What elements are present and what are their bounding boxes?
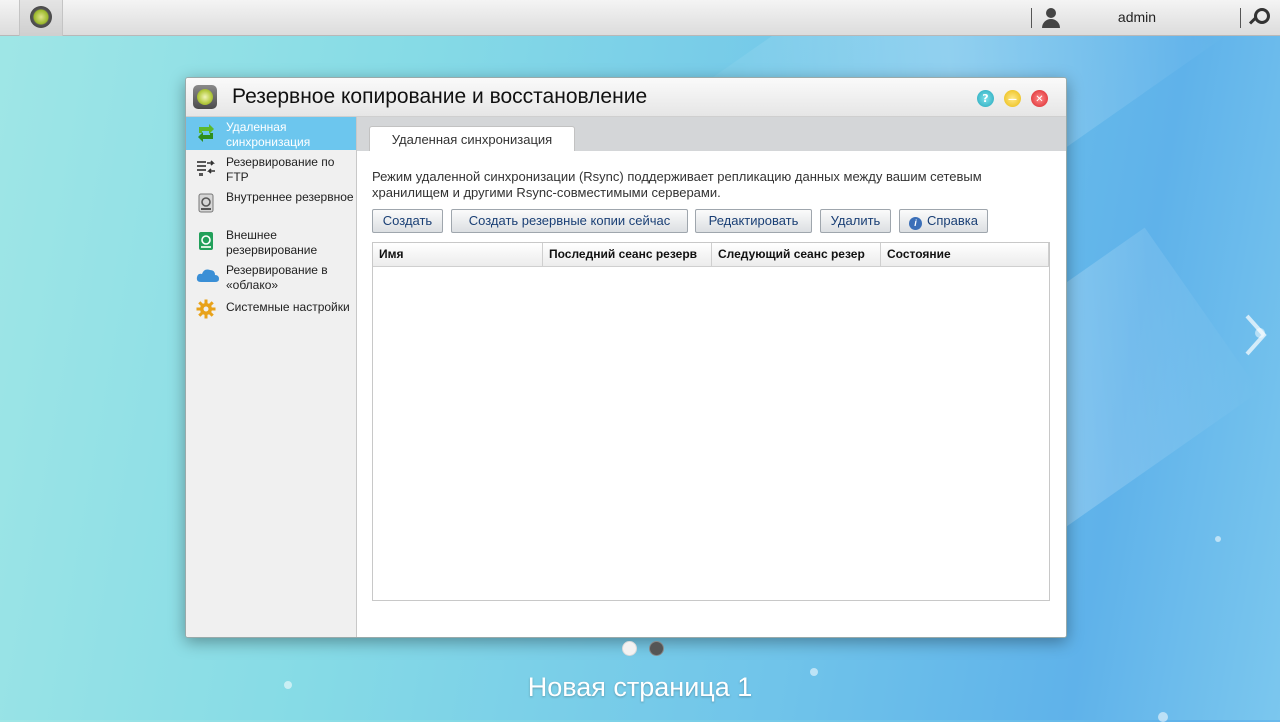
backup-now-button[interactable]: Создать резервные копии сейчас — [451, 209, 688, 233]
internal-disk-icon — [198, 193, 214, 213]
close-button[interactable]: ✕ — [1031, 90, 1048, 107]
taskbar-divider — [1031, 8, 1032, 28]
sidebar-item-label: Внутреннее резервное — [226, 190, 354, 204]
backup-window: Резервное копирование и восстановление ?… — [185, 77, 1067, 638]
sidebar-item-label: Внешнее резервирование — [226, 228, 318, 257]
column-header-status[interactable]: Состояние — [881, 243, 1049, 266]
cloud-icon — [196, 269, 219, 282]
sidebar-item-external-backup[interactable]: Внешнее резервирование — [186, 225, 356, 258]
minimize-button[interactable]: — — [1004, 90, 1021, 107]
description-text: Режим удаленной синхронизации (Rsync) по… — [372, 169, 982, 200]
sidebar-item-system-settings[interactable]: Системные настройки — [186, 297, 356, 321]
window-title: Резервное копирование и восстановление — [232, 85, 648, 108]
create-button[interactable]: Создать — [372, 209, 443, 233]
gear-icon — [196, 299, 216, 319]
page-indicator-dot[interactable] — [649, 641, 664, 656]
taskbar-app-button[interactable] — [19, 0, 63, 36]
column-header-name[interactable]: Имя — [373, 243, 543, 266]
table-header: Имя Последний сеанс резерв Следующий сеа… — [373, 243, 1049, 267]
username-label[interactable]: admin — [1100, 9, 1174, 25]
background-bokeh — [1215, 536, 1221, 542]
minimize-icon: — — [1008, 95, 1017, 105]
sidebar-item-internal-backup[interactable]: Внутреннее резервное — [186, 187, 356, 220]
external-disk-icon — [199, 232, 213, 250]
next-page-arrow-icon[interactable] — [1244, 313, 1270, 357]
sync-icon — [198, 124, 214, 142]
column-header-next-backup[interactable]: Следующий сеанс резер — [712, 243, 881, 266]
page-indicator-dot-active[interactable] — [622, 641, 637, 656]
tab-remote-sync[interactable]: Удаленная синхронизация — [369, 126, 575, 152]
desktop-page-label: Новая страница 1 — [527, 672, 753, 702]
help-link-button[interactable]: i Справка — [899, 209, 988, 233]
question-icon: ? — [982, 92, 989, 105]
taskbar: admin — [0, 0, 1280, 36]
backup-app-icon — [193, 85, 217, 109]
ftp-transfer-icon — [197, 160, 215, 176]
sidebar-item-label: Резервирование в «облако» — [226, 263, 328, 292]
background-bokeh — [1158, 712, 1168, 722]
help-button-label: Справка — [927, 213, 978, 228]
backup-jobs-table: Имя Последний сеанс резерв Следующий сеа… — [372, 242, 1050, 601]
sidebar-item-label: Удаленная синхронизация — [226, 120, 311, 149]
window-titlebar[interactable]: Резервное копирование и восстановление ?… — [186, 78, 1066, 117]
delete-button[interactable]: Удалить — [820, 209, 891, 233]
taskbar-divider — [1240, 8, 1241, 28]
help-button[interactable]: ? — [977, 90, 994, 107]
sidebar: Удаленная синхронизация Резервирование п… — [186, 117, 357, 637]
close-icon: ✕ — [1035, 94, 1044, 105]
edit-button[interactable]: Редактировать — [695, 209, 812, 233]
sidebar-item-remote-sync[interactable]: Удаленная синхронизация — [186, 117, 356, 150]
info-icon: i — [909, 217, 922, 230]
sidebar-item-ftp-backup[interactable]: Резервирование по FTP — [186, 152, 356, 185]
tab-bar: Удаленная синхронизация — [357, 117, 1066, 152]
sidebar-item-cloud-backup[interactable]: Резервирование в «облако» — [186, 260, 356, 293]
backup-app-icon — [30, 6, 52, 28]
sidebar-item-label: Резервирование по FTP — [226, 155, 335, 184]
column-header-last-backup[interactable]: Последний сеанс резерв — [543, 243, 712, 266]
main-content: Режим удаленной синхронизации (Rsync) по… — [357, 151, 1066, 637]
search-icon[interactable] — [1248, 7, 1270, 29]
user-icon[interactable] — [1040, 7, 1062, 29]
sidebar-item-label: Системные настройки — [226, 300, 350, 314]
